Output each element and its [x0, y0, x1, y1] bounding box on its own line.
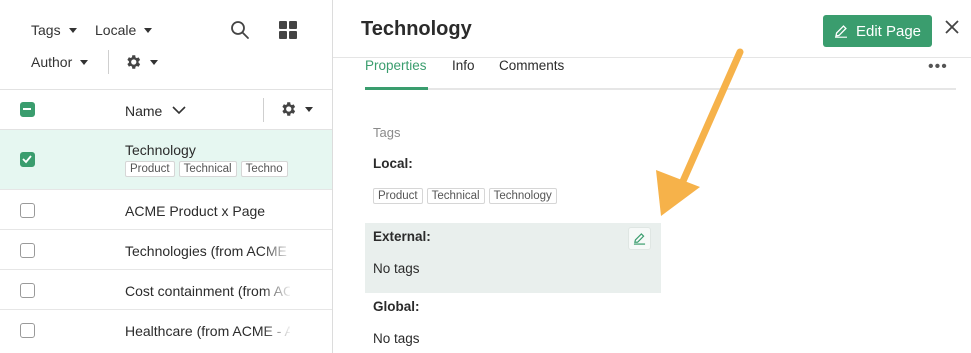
locale-filter-label: Locale	[95, 22, 137, 38]
text-fade	[262, 270, 292, 309]
tab-properties[interactable]: Properties	[365, 58, 427, 73]
local-tags: Product Technical Technology	[373, 186, 561, 204]
chevron-down-icon	[305, 106, 313, 112]
table-row[interactable]: Technologies (from ACME -	[0, 230, 332, 270]
pencil-icon	[633, 233, 646, 245]
text-fade	[262, 310, 292, 353]
tags-section-title: Tags	[373, 125, 401, 140]
external-tags-value: No tags	[373, 261, 420, 276]
name-column-header[interactable]: Name	[125, 103, 162, 119]
page-detail-panel: Technology Edit Page Properties Info Com…	[333, 0, 971, 353]
tag-chip: Techno	[240, 161, 288, 177]
search-icon[interactable]	[230, 20, 250, 40]
row-checkbox[interactable]	[20, 283, 35, 298]
row-title: Technology	[125, 142, 196, 158]
tags-filter[interactable]: Tags	[31, 22, 77, 38]
row-checkbox[interactable]	[20, 203, 35, 218]
tab-divider	[365, 88, 956, 90]
gear-icon	[282, 102, 296, 116]
row-tags: Product Technical Techno	[125, 159, 290, 177]
author-filter-label: Author	[31, 54, 73, 70]
close-icon[interactable]	[943, 18, 961, 36]
tag-chip: Technology	[488, 188, 557, 204]
tab-info[interactable]: Info	[452, 58, 475, 73]
text-fade	[262, 230, 292, 269]
row-checkbox[interactable]	[20, 323, 35, 338]
chevron-down-icon	[150, 59, 158, 65]
gear-icon	[127, 55, 141, 69]
grid-icon[interactable]	[279, 21, 297, 39]
check-icon	[22, 155, 32, 164]
list-header: Name	[0, 90, 332, 130]
select-all-checkbox[interactable]	[20, 102, 35, 117]
chevron-down-icon	[80, 59, 89, 65]
external-tags-label: External:	[373, 229, 431, 244]
divider	[108, 50, 109, 74]
chevron-down-icon	[144, 27, 153, 33]
local-tags-label: Local:	[373, 156, 413, 171]
locale-filter[interactable]: Locale	[95, 22, 153, 38]
edit-page-button[interactable]: Edit Page	[823, 15, 932, 47]
edit-external-tags-button[interactable]	[628, 227, 651, 250]
global-tags-value: No tags	[373, 331, 420, 346]
divider	[263, 98, 264, 122]
page-title: Technology	[361, 18, 472, 40]
column-settings-menu[interactable]	[279, 100, 313, 118]
tag-chip: Product	[125, 161, 175, 177]
more-icon[interactable]: •••	[928, 58, 948, 76]
author-filter[interactable]: Author	[31, 54, 89, 70]
filter-bar: Tags Locale Author	[0, 0, 332, 90]
divider	[333, 57, 971, 58]
content-list-panel: Tags Locale Author Name Technology Produ…	[0, 0, 333, 353]
table-row[interactable]: Cost containment (from AC	[0, 270, 332, 310]
edit-page-label: Edit Page	[855, 22, 922, 40]
global-tags-label: Global:	[373, 299, 420, 314]
row-title: ACME Product x Page	[125, 203, 266, 219]
settings-filter-menu[interactable]	[124, 53, 158, 71]
chevron-down-icon	[68, 27, 77, 33]
active-tab-indicator	[365, 87, 428, 90]
tab-comments[interactable]: Comments	[499, 58, 564, 73]
tag-chip: Technical	[178, 161, 237, 177]
table-row[interactable]: Healthcare (from ACME - A	[0, 310, 332, 353]
chevron-down-icon[interactable]	[172, 105, 186, 115]
table-row[interactable]: Technology Product Technical Techno	[0, 130, 332, 190]
pencil-icon	[834, 25, 847, 38]
tag-chip: Technical	[426, 188, 485, 204]
row-checkbox[interactable]	[20, 152, 35, 167]
tags-filter-label: Tags	[31, 22, 61, 38]
table-row[interactable]: ACME Product x Page	[0, 190, 332, 230]
tag-chip: Product	[373, 188, 423, 204]
row-checkbox[interactable]	[20, 243, 35, 258]
